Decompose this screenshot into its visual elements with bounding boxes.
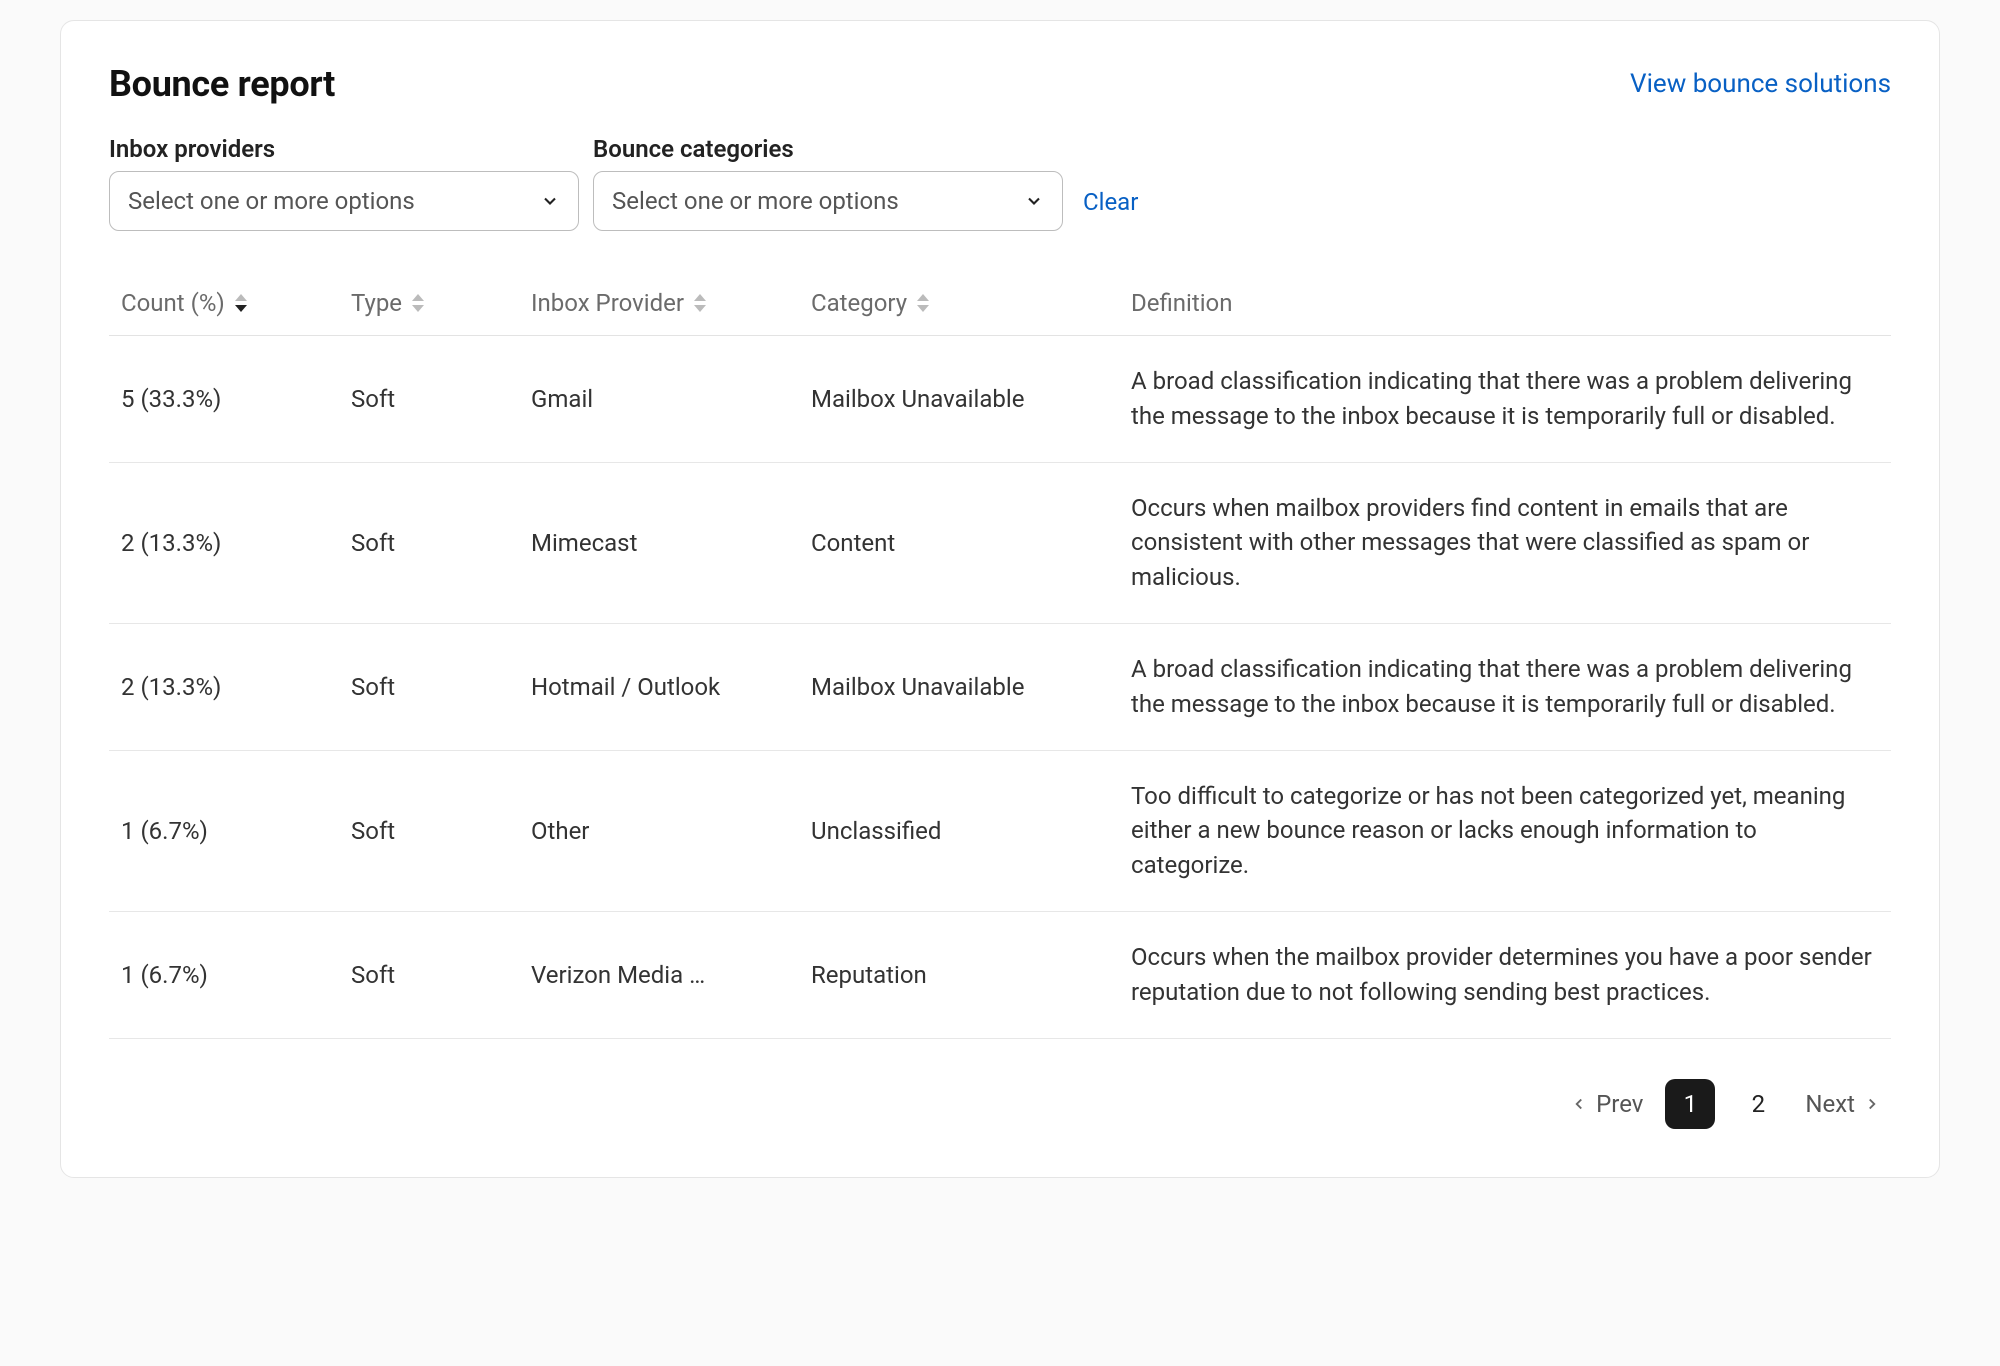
cell-count: 1 (6.7%) — [109, 911, 339, 1038]
pagination-next-label: Next — [1805, 1090, 1855, 1118]
pagination: Prev 12 Next — [109, 1079, 1891, 1129]
cell-category: Mailbox Unavailable — [799, 336, 1119, 463]
pagination-prev[interactable]: Prev — [1570, 1090, 1643, 1118]
cell-count: 2 (13.3%) — [109, 623, 339, 750]
cell-category: Content — [799, 462, 1119, 623]
cell-provider: Verizon Media … — [519, 911, 799, 1038]
pagination-page-1[interactable]: 1 — [1665, 1079, 1715, 1129]
sort-icon — [412, 294, 424, 312]
bounce-categories-placeholder: Select one or more options — [612, 187, 899, 215]
bounce-table-body: 5 (33.3%)SoftGmailMailbox UnavailableA b… — [109, 336, 1891, 1039]
column-header-definition: Definition — [1131, 289, 1879, 317]
chevron-right-icon — [1863, 1095, 1881, 1113]
view-bounce-solutions-link[interactable]: View bounce solutions — [1630, 69, 1891, 99]
cell-definition: A broad classification indicating that t… — [1119, 623, 1891, 750]
cell-provider: Hotmail / Outlook — [519, 623, 799, 750]
cell-definition: Too difficult to categorize or has not b… — [1119, 750, 1891, 911]
cell-type: Soft — [339, 336, 519, 463]
cell-definition: A broad classification indicating that t… — [1119, 336, 1891, 463]
table-row: 1 (6.7%)SoftVerizon Media …ReputationOcc… — [109, 911, 1891, 1038]
sort-icon — [235, 294, 247, 312]
bounce-categories-select[interactable]: Select one or more options — [593, 171, 1063, 231]
filters-row: Inbox providers Select one or more optio… — [109, 135, 1891, 231]
column-header-count-label: Count (%) — [121, 289, 225, 317]
inbox-providers-placeholder: Select one or more options — [128, 187, 415, 215]
cell-count: 1 (6.7%) — [109, 750, 339, 911]
cell-definition: Occurs when the mailbox provider determi… — [1119, 911, 1891, 1038]
pagination-page-2[interactable]: 2 — [1733, 1079, 1783, 1129]
cell-count: 2 (13.3%) — [109, 462, 339, 623]
inbox-providers-label: Inbox providers — [109, 135, 579, 163]
filter-bounce-categories: Bounce categories Select one or more opt… — [593, 135, 1063, 231]
bounce-table: Count (%) Type — [109, 271, 1891, 1039]
table-row: 1 (6.7%)SoftOtherUnclassifiedToo difficu… — [109, 750, 1891, 911]
column-header-type[interactable]: Type — [351, 289, 507, 317]
pagination-pages: 12 — [1665, 1079, 1783, 1129]
column-header-count[interactable]: Count (%) — [121, 289, 327, 317]
cell-provider: Gmail — [519, 336, 799, 463]
cell-provider: Mimecast — [519, 462, 799, 623]
pagination-next[interactable]: Next — [1805, 1090, 1881, 1118]
cell-definition: Occurs when mailbox providers find conte… — [1119, 462, 1891, 623]
pagination-prev-label: Prev — [1596, 1090, 1643, 1118]
cell-category: Reputation — [799, 911, 1119, 1038]
column-header-provider-label: Inbox Provider — [531, 289, 684, 317]
cell-category: Unclassified — [799, 750, 1119, 911]
cell-count: 5 (33.3%) — [109, 336, 339, 463]
sort-icon — [694, 294, 706, 312]
chevron-down-icon — [1024, 191, 1044, 211]
page-title: Bounce report — [109, 63, 335, 105]
cell-category: Mailbox Unavailable — [799, 623, 1119, 750]
cell-type: Soft — [339, 623, 519, 750]
cell-type: Soft — [339, 750, 519, 911]
column-header-category-label: Category — [811, 289, 907, 317]
cell-type: Soft — [339, 911, 519, 1038]
sort-icon — [917, 294, 929, 312]
inbox-providers-select[interactable]: Select one or more options — [109, 171, 579, 231]
bounce-categories-label: Bounce categories — [593, 135, 1063, 163]
filter-inbox-providers: Inbox providers Select one or more optio… — [109, 135, 579, 231]
column-header-provider[interactable]: Inbox Provider — [531, 289, 787, 317]
bounce-report-card: Bounce report View bounce solutions Inbo… — [60, 20, 1940, 1178]
chevron-left-icon — [1570, 1095, 1588, 1113]
table-row: 2 (13.3%)SoftMimecastContentOccurs when … — [109, 462, 1891, 623]
column-header-definition-label: Definition — [1131, 289, 1233, 317]
clear-filters-link[interactable]: Clear — [1077, 188, 1138, 231]
column-header-category[interactable]: Category — [811, 289, 1107, 317]
column-header-type-label: Type — [351, 289, 402, 317]
table-row: 2 (13.3%)SoftHotmail / OutlookMailbox Un… — [109, 623, 1891, 750]
cell-type: Soft — [339, 462, 519, 623]
header-row: Bounce report View bounce solutions — [109, 63, 1891, 105]
table-row: 5 (33.3%)SoftGmailMailbox UnavailableA b… — [109, 336, 1891, 463]
chevron-down-icon — [540, 191, 560, 211]
cell-provider: Other — [519, 750, 799, 911]
